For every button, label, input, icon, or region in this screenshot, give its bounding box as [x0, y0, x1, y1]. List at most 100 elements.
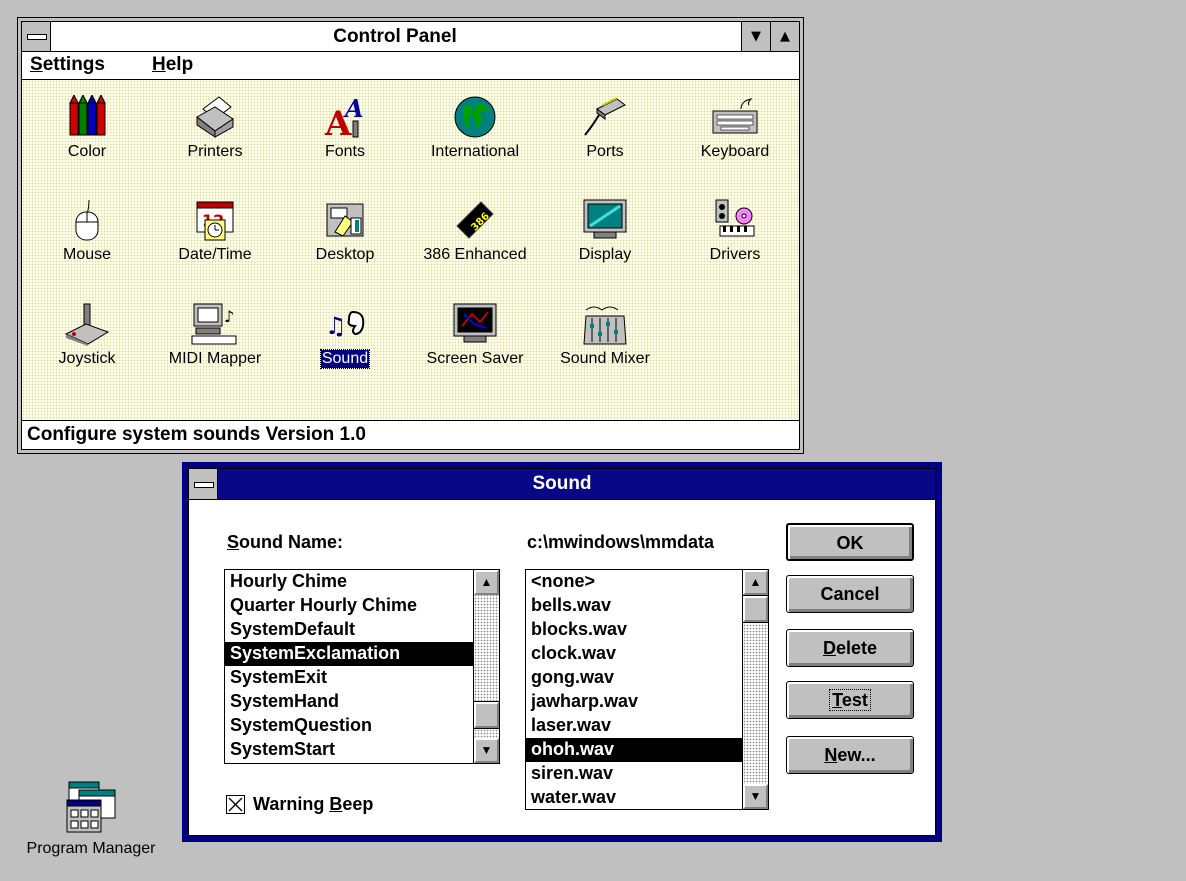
- ports-icon: [584, 97, 626, 136]
- sound-event-item[interactable]: SystemExclamation: [225, 642, 499, 666]
- midi-mapper-icon: ♪: [191, 303, 237, 345]
- cp-item-international[interactable]: International: [410, 95, 540, 195]
- svg-text:♫: ♫: [325, 312, 347, 340]
- status-bar: Configure system sounds Version 1.0: [22, 420, 799, 449]
- scroll-down-arrow-icon[interactable]: ▼: [474, 738, 499, 763]
- file-list-scrollbar[interactable]: ▲ ▼: [742, 570, 769, 809]
- sound-file-item[interactable]: bells.wav: [526, 594, 768, 618]
- scroll-thumb[interactable]: [742, 595, 769, 623]
- sound-event-item[interactable]: SystemExit: [225, 666, 499, 690]
- cp-item-sound[interactable]: ♫ Sound: [280, 302, 410, 402]
- cp-item-color[interactable]: Color: [22, 95, 152, 195]
- event-list-scrollbar[interactable]: ▲ ▼: [473, 570, 500, 763]
- scroll-down-arrow-icon[interactable]: ▼: [743, 784, 768, 809]
- scroll-thumb[interactable]: [473, 701, 500, 729]
- checkmark-icon: [228, 797, 243, 812]
- sound-file-item[interactable]: siren.wav: [526, 762, 768, 786]
- menu-help[interactable]: Help: [152, 54, 193, 76]
- sound-dialog-titlebar[interactable]: Sound: [189, 469, 935, 500]
- cancel-button[interactable]: Cancel: [786, 575, 914, 613]
- sound-file-item[interactable]: laser.wav: [526, 714, 768, 738]
- cp-item-label: 386 Enhanced: [423, 246, 527, 263]
- system-menu-button[interactable]: [22, 22, 51, 51]
- cp-item-keyboard[interactable]: Keyboard: [670, 95, 800, 195]
- scroll-up-arrow-icon[interactable]: ▲: [474, 570, 499, 595]
- sound-file-item[interactable]: gong.wav: [526, 666, 768, 690]
- cp-item-sound-mixer[interactable]: Sound Mixer: [540, 302, 670, 402]
- program-manager-icon: [66, 781, 116, 833]
- cp-item-mouse[interactable]: Mouse: [22, 198, 152, 298]
- international-icon: [454, 96, 496, 138]
- cp-item-label: MIDI Mapper: [168, 350, 262, 367]
- 386-enhanced-icon: 386: [456, 201, 494, 239]
- window-title: Control Panel: [333, 26, 457, 47]
- cp-item-label: Drivers: [709, 246, 761, 263]
- sound-file-item[interactable]: ohoh.wav: [526, 738, 768, 762]
- cp-item-label: Mouse: [62, 246, 112, 263]
- sound-file-item[interactable]: clock.wav: [526, 642, 768, 666]
- cp-item-midi-mapper[interactable]: ♪ MIDI Mapper: [150, 302, 280, 402]
- cp-item-joystick[interactable]: Joystick: [22, 302, 152, 402]
- sound-name-label: Sound Name:: [227, 532, 344, 552]
- fonts-icon: A A: [324, 95, 364, 139]
- screen-saver-icon: [453, 303, 497, 343]
- sound-icon: ♫: [325, 310, 365, 340]
- svg-text:♪: ♪: [224, 307, 234, 326]
- sound-event-item[interactable]: SystemHand: [225, 690, 499, 714]
- cp-item-desktop[interactable]: Desktop: [280, 198, 410, 298]
- sound-file-item[interactable]: blocks.wav: [526, 618, 768, 642]
- sound-dialog: Sound Sound Name: c:\mwindows\mmdata Hou…: [182, 462, 942, 842]
- cp-item-screen-saver[interactable]: Screen Saver: [410, 302, 540, 402]
- cp-item-label: Fonts: [324, 143, 365, 160]
- cp-item-label: Sound Mixer: [560, 350, 650, 367]
- cp-item-display[interactable]: Display: [540, 198, 670, 298]
- cp-item-drivers[interactable]: Drivers: [670, 198, 800, 298]
- joystick-icon: [64, 303, 110, 346]
- cp-item-date-time[interactable]: 12 Date/Time: [150, 198, 280, 298]
- cp-item-label: Sound: [319, 349, 371, 369]
- sound-file-item[interactable]: water.wav: [526, 786, 768, 810]
- display-icon: [583, 199, 627, 239]
- dialog-title: Sound: [532, 473, 592, 494]
- sound-file-list[interactable]: <none> bells.wav blocks.wav clock.wav gong.w…: [525, 569, 769, 810]
- cp-item-label: Date/Time: [178, 246, 252, 263]
- sound-file-item[interactable]: jawharp.wav: [526, 690, 768, 714]
- sound-event-list[interactable]: Hourly Chime Quarter Hourly Chime SystemDe…: [224, 569, 500, 764]
- cp-item-label: Screen Saver: [426, 350, 524, 367]
- menu-bar: Settings Help: [22, 52, 799, 80]
- svg-text:A: A: [343, 95, 364, 123]
- control-panel-titlebar[interactable]: Control Panel ▼ ▲: [22, 22, 799, 52]
- cp-item-label: Desktop: [315, 246, 375, 263]
- cp-item-label: Display: [578, 246, 632, 263]
- sound-event-item[interactable]: Quarter Hourly Chime: [225, 594, 499, 618]
- icon-area: Color Printers A A Fonts International P…: [22, 80, 799, 420]
- minimize-button[interactable]: ▼: [741, 22, 770, 51]
- warning-beep-label[interactable]: Warning Beep: [253, 794, 373, 815]
- cp-item-label: Joystick: [58, 350, 116, 367]
- sound-file-item[interactable]: <none>: [526, 570, 768, 594]
- sound-event-item[interactable]: SystemDefault: [225, 618, 499, 642]
- new-button[interactable]: New...: [786, 736, 914, 774]
- control-panel-window: Control Panel ▼ ▲ Settings Help Color Pr…: [17, 17, 804, 454]
- ok-button[interactable]: OK: [786, 523, 914, 561]
- maximize-button[interactable]: ▲: [770, 22, 799, 51]
- desktop-icon: [326, 203, 364, 237]
- date-time-icon: 12: [196, 201, 234, 241]
- cp-item-label: Printers: [187, 143, 243, 160]
- sound-event-item[interactable]: Hourly Chime: [225, 570, 499, 594]
- cp-item-printers[interactable]: Printers: [150, 95, 280, 195]
- sound-mixer-icon: [583, 306, 627, 345]
- cp-item-label: Keyboard: [700, 143, 770, 160]
- delete-button[interactable]: Delete: [786, 629, 914, 667]
- cp-item-fonts[interactable]: A A Fonts: [280, 95, 410, 195]
- program-manager-minimized[interactable]: Program Manager: [6, 780, 176, 858]
- scroll-up-arrow-icon[interactable]: ▲: [743, 570, 768, 595]
- cp-item-386-enhanced[interactable]: 386 386 Enhanced: [410, 198, 540, 298]
- test-button[interactable]: Test: [786, 681, 914, 719]
- warning-beep-checkbox[interactable]: [226, 795, 245, 814]
- sound-event-item[interactable]: SystemQuestion: [225, 714, 499, 738]
- drivers-icon: [715, 199, 755, 237]
- cp-item-ports[interactable]: Ports: [540, 95, 670, 195]
- menu-settings[interactable]: Settings: [30, 54, 105, 76]
- sound-event-item[interactable]: SystemStart: [225, 738, 499, 762]
